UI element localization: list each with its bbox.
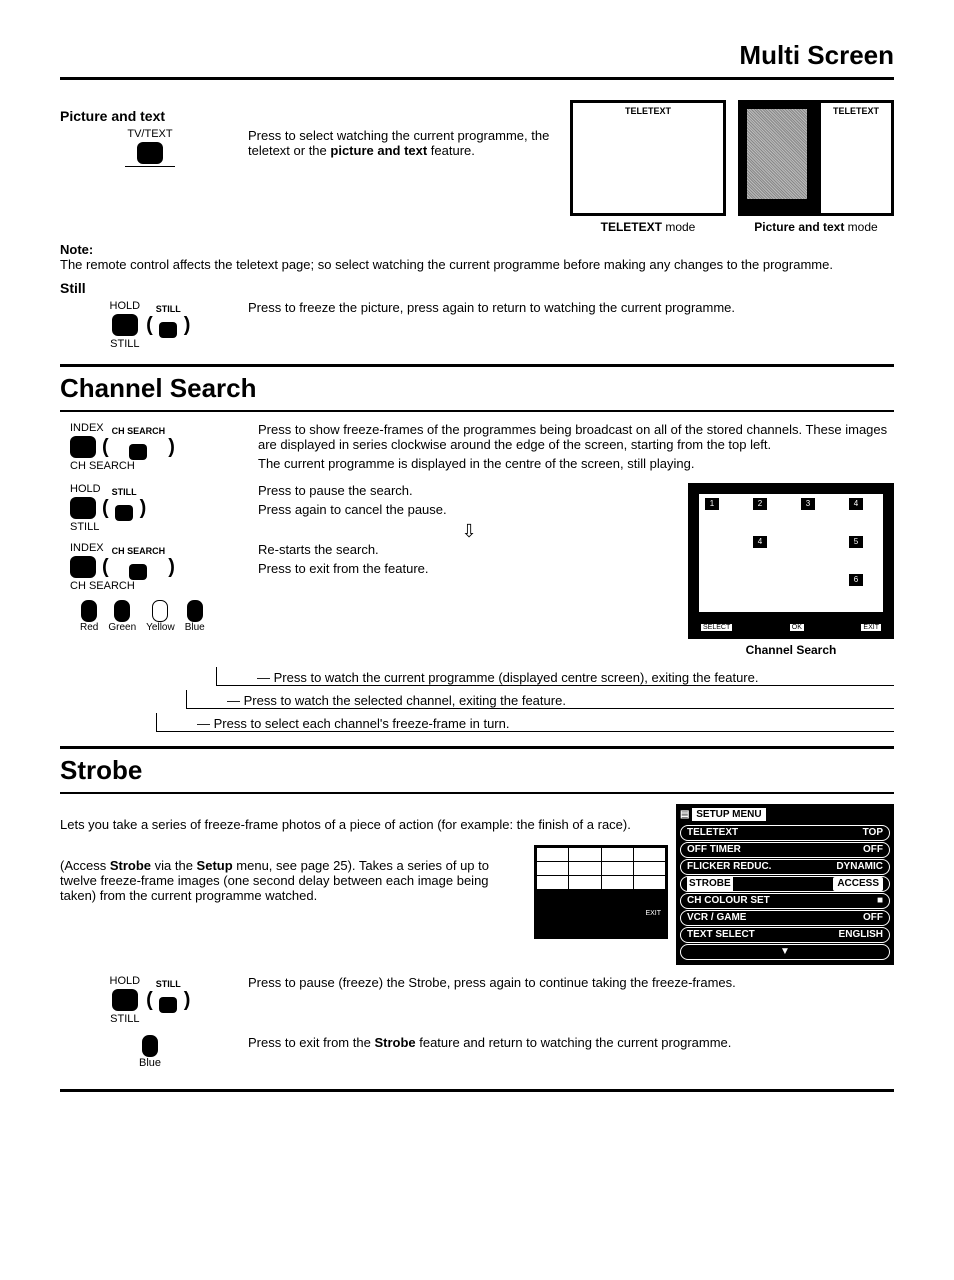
arrow-down-icon: ⇩: [258, 521, 680, 542]
still-label-3: STILL: [110, 1013, 139, 1025]
blue-button-icon: Blue: [185, 600, 205, 633]
red-line-desc: — Press to select each channel's freeze-…: [156, 713, 894, 732]
hold-label: HOLD: [110, 300, 141, 312]
index-label: INDEX: [70, 422, 104, 434]
tvtext-desc: Press to select watching the current pro…: [248, 128, 562, 162]
strobe-title: Strobe: [60, 746, 894, 794]
picture-text-heading: Picture and text: [60, 108, 562, 124]
chsearch-label-2: CH SEARCH: [70, 580, 135, 592]
note-block: Note: The remote control affects the tel…: [60, 242, 894, 272]
tvtext-button-icon: [137, 142, 163, 164]
strobe-grid-diagram: EXIT: [534, 845, 668, 939]
hold-button-icon: [112, 314, 138, 336]
blue-button-icon-2: Blue: [139, 1035, 161, 1069]
still-heading: Still: [60, 280, 894, 296]
chsearch-pause-desc: Press to pause the search. Press again t…: [258, 483, 680, 542]
channel-search-title: Channel Search: [60, 364, 894, 412]
chsearch-restart-desc: Re-starts the search. Press to exit from…: [258, 542, 680, 580]
hold-button-icon-2: [70, 497, 96, 519]
strobe-access: (Access Strobe via the Setup menu, see p…: [60, 858, 526, 903]
strobe-pause-desc: Press to pause (freeze) the Strobe, pres…: [248, 975, 894, 994]
hold-label-3: HOLD: [110, 975, 141, 987]
chsearch-desc1: Press to show freeze-frames of the progr…: [258, 422, 894, 475]
strobe-exit-desc: Press to exit from the Strobe feature an…: [248, 1035, 894, 1054]
tvtext-label: TV/TEXT: [127, 128, 172, 140]
green-button-icon: Green: [108, 600, 136, 633]
blue-line-desc: — Press to watch the current programme (…: [216, 667, 894, 686]
hold-button-icon-3: [112, 989, 138, 1011]
still-label: STILL: [110, 338, 139, 350]
teletext-mode-diagram: TELETEXT TELETEXT mode: [570, 100, 726, 234]
chsearch-paren-icon: (CH SEARCH): [102, 434, 175, 460]
chsearch-paren-icon-2: (CH SEARCH): [102, 554, 175, 580]
still-paren-icon: (STILL): [146, 312, 190, 338]
index-button-icon: [70, 436, 96, 458]
index-label-2: INDEX: [70, 542, 104, 554]
still-paren-icon-3: (STILL): [146, 987, 190, 1013]
still-label-2: STILL: [70, 521, 99, 533]
chsearch-label: CH SEARCH: [70, 460, 135, 472]
yellow-button-icon: Yellow: [146, 600, 175, 633]
still-paren-icon-2: (STILL): [102, 495, 146, 521]
chsearch-caption: Channel Search: [688, 643, 894, 657]
index-button-icon-2: [70, 556, 96, 578]
page-title: Multi Screen: [60, 40, 894, 80]
channel-search-screen: 1 2 3 4 4 5 6 SELECT OK EXIT Channel Sea…: [688, 483, 894, 657]
still-desc: Press to freeze the picture, press again…: [248, 300, 894, 319]
hold-label-2: HOLD: [70, 483, 101, 495]
picture-text-mode-diagram: TELETEXT Picture and text mode: [738, 100, 894, 234]
red-button-icon: Red: [80, 600, 98, 633]
strobe-intro: Lets you take a series of freeze-frame p…: [60, 817, 668, 832]
green-line-desc: — Press to watch the selected channel, e…: [186, 690, 894, 709]
setup-menu-diagram: ▤ SETUP MENU TELETEXTTOP OFF TIMEROFF FL…: [676, 804, 894, 965]
